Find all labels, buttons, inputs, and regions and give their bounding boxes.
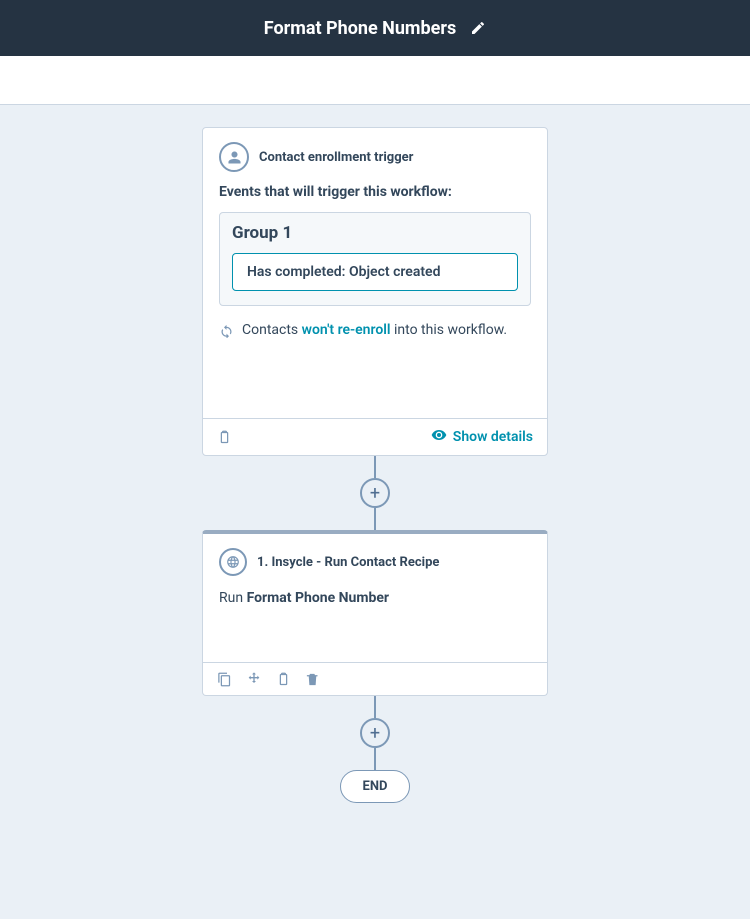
connector-line	[374, 696, 376, 718]
workflow-canvas: Contact enrollment trigger Events that w…	[0, 105, 750, 803]
person-icon	[219, 142, 249, 172]
action-footer	[203, 662, 547, 695]
action-title: 1. Insycle - Run Contact Recipe	[257, 555, 439, 570]
connector-line	[374, 508, 376, 530]
end-node: END	[340, 770, 411, 803]
header-bar: Format Phone Numbers	[0, 0, 750, 56]
copy-icon[interactable]	[217, 672, 232, 687]
globe-icon	[219, 548, 247, 576]
eye-icon	[431, 427, 447, 447]
refresh-icon	[219, 323, 234, 338]
reenroll-text: Contacts won't re-enroll into this workf…	[242, 322, 507, 338]
clipboard-icon[interactable]	[217, 430, 232, 445]
connector-line	[374, 456, 376, 478]
trigger-label: Contact enrollment trigger	[259, 150, 413, 165]
action-description: Run Format Phone Number	[219, 590, 531, 652]
trigger-card[interactable]: Contact enrollment trigger Events that w…	[202, 127, 548, 456]
action-card[interactable]: 1. Insycle - Run Contact Recipe Run Form…	[202, 530, 548, 696]
edit-icon[interactable]	[470, 20, 486, 36]
toolbar-strip	[0, 56, 750, 105]
connector-line	[374, 748, 376, 770]
show-details-button[interactable]: Show details	[431, 427, 533, 447]
trigger-footer: Show details	[203, 418, 547, 455]
filter-group: Group 1 Has completed: Object created	[219, 212, 531, 306]
reenroll-note: Contacts won't re-enroll into this workf…	[219, 322, 531, 408]
reenroll-link[interactable]: won't re-enroll	[302, 322, 391, 338]
trash-icon[interactable]	[305, 672, 320, 687]
workflow-title: Format Phone Numbers	[264, 18, 456, 39]
move-icon[interactable]	[246, 671, 262, 687]
add-step-button[interactable]: +	[360, 718, 390, 748]
filter-pill[interactable]: Has completed: Object created	[232, 253, 518, 291]
clipboard-icon[interactable]	[276, 672, 291, 687]
add-step-button[interactable]: +	[360, 478, 390, 508]
group-title: Group 1	[232, 223, 518, 243]
trigger-subheading: Events that will trigger this workflow:	[219, 184, 531, 200]
